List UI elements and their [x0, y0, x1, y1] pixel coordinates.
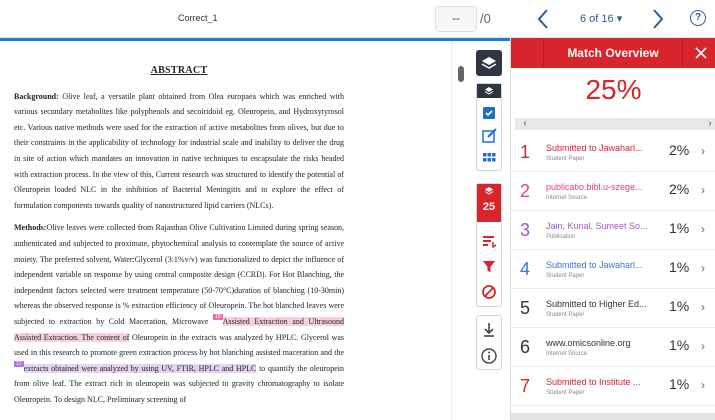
- chevron-left-icon[interactable]: ‹: [519, 118, 531, 130]
- match-source-type: Student Paper: [546, 390, 585, 396]
- match-item[interactable]: 7 Submitted to Institute ... Student Pap…: [511, 367, 715, 406]
- page-counter[interactable]: 6 of 16 ▾: [580, 12, 622, 25]
- match-marker[interactable]: 18: [213, 313, 223, 320]
- methods-text-1: Olive leaves were collected from Rajasth…: [14, 223, 344, 326]
- chevron-right-icon[interactable]: ›: [701, 183, 705, 197]
- chevron-right-icon[interactable]: ›: [701, 222, 705, 236]
- chevron-right-icon[interactable]: ›: [701, 300, 705, 314]
- chevron-left-icon: [537, 9, 548, 29]
- submission-title: Correct_1: [178, 13, 218, 23]
- match-percentage: 2%: [669, 181, 690, 197]
- match-number: 2: [520, 181, 531, 201]
- match-source[interactable]: www.omicsonline.org: [546, 338, 658, 348]
- layers-icon: [484, 87, 494, 95]
- match-number: 5: [520, 298, 531, 318]
- checkmark-comment-icon[interactable]: [477, 101, 501, 125]
- document-scrollbar[interactable]: [458, 66, 464, 82]
- utility-tools-group: [476, 315, 502, 370]
- match-number: 6: [520, 337, 531, 357]
- match-percentage: 1%: [669, 376, 690, 392]
- overall-similarity-score: 25%: [585, 74, 642, 105]
- match-source[interactable]: Submitted to Jawaharl...: [546, 260, 658, 270]
- layers-icon: [484, 187, 494, 195]
- chevron-right-icon[interactable]: ›: [704, 118, 715, 130]
- match-percentage: 1%: [669, 220, 690, 236]
- match-item[interactable]: 5 Submitted to Higher Ed... Student Pape…: [511, 289, 715, 328]
- match-percentage: 1%: [669, 298, 690, 314]
- chevron-right-icon[interactable]: ›: [701, 339, 705, 353]
- chevron-right-icon: [653, 9, 664, 29]
- match-overview-button[interactable]: 25: [477, 184, 501, 222]
- match-item[interactable]: 6 www.omicsonline.org Internet Source 1%…: [511, 328, 715, 367]
- rubric-grid-icon[interactable]: [477, 146, 501, 170]
- help-icon[interactable]: ?: [690, 10, 706, 26]
- match-source-type: Internet Source: [546, 195, 588, 201]
- methods-lead: Methods:: [14, 223, 47, 233]
- panel-header: Match Overview: [511, 38, 715, 68]
- match-percentage: 1%: [669, 337, 690, 353]
- match-source[interactable]: Submitted to Jawaharl...: [546, 143, 658, 153]
- panel-title: Match Overview: [543, 38, 683, 68]
- info-icon[interactable]: [477, 344, 501, 368]
- match-source-type: Student Paper: [546, 273, 585, 279]
- chevron-right-icon[interactable]: ›: [701, 144, 705, 158]
- match-number: 7: [520, 376, 531, 396]
- exclude-source-icon[interactable]: [477, 280, 501, 304]
- match-source-type: Publication: [546, 234, 576, 240]
- match-source[interactable]: publicatio.bibl.u-szege...: [546, 182, 658, 192]
- methods-paragraph: Methods:Olive leaves were collected from…: [14, 220, 344, 407]
- match-source-type: Student Paper: [546, 312, 585, 318]
- background-text: Olive leaf, a versatile plant obtained f…: [14, 91, 344, 210]
- match-number: 4: [520, 259, 531, 279]
- close-icon[interactable]: [694, 46, 708, 60]
- match-list: 1 Submitted to Jawaharl... Student Paper…: [511, 133, 715, 406]
- match-highlight-purple[interactable]: extracts obtained were analyzed by using…: [23, 363, 257, 373]
- match-count: 25: [482, 201, 496, 213]
- match-item[interactable]: 2 publicatio.bibl.u-szege... Internet So…: [511, 172, 715, 211]
- panel-horizontal-scroll[interactable]: ‹ ›: [515, 118, 715, 130]
- all-sources-icon[interactable]: [477, 229, 501, 253]
- document-viewer[interactable]: ABSTRACT Background: Olive leaf, a versa…: [0, 41, 452, 420]
- match-source[interactable]: Submitted to Higher Ed...: [546, 299, 658, 309]
- previous-page-button[interactable]: [533, 6, 553, 32]
- layers-button[interactable]: [476, 50, 502, 76]
- grading-layer-tab[interactable]: [477, 84, 501, 98]
- match-item[interactable]: 1 Submitted to Jawaharl... Student Paper…: [511, 133, 715, 172]
- abstract-heading: ABSTRACT: [150, 65, 208, 76]
- match-percentage: 2%: [669, 142, 690, 158]
- match-source-type: Student Paper: [546, 156, 585, 162]
- background-lead: Background:: [14, 91, 59, 101]
- layers-icon: [481, 57, 497, 69]
- match-number: 3: [520, 220, 531, 240]
- filter-icon[interactable]: [477, 254, 501, 278]
- chevron-right-icon[interactable]: ›: [701, 261, 705, 275]
- match-overview-panel: Match Overview 25% ‹ › 1 Submitted to Ja…: [510, 38, 715, 420]
- match-percentage: 1%: [669, 259, 690, 275]
- match-number: 1: [520, 142, 531, 162]
- panel-bottom-scrollbar[interactable]: [511, 413, 715, 420]
- top-bar: Correct_1 -- /0 6 of 16 ▾ ?: [0, 0, 715, 38]
- match-item[interactable]: 3 Jain, Kunal, Sumeet So... Publication …: [511, 211, 715, 250]
- match-marker[interactable]: 17: [14, 360, 24, 367]
- score-input[interactable]: --: [435, 6, 477, 32]
- chevron-right-icon[interactable]: ›: [701, 378, 705, 392]
- edit-comment-icon[interactable]: [477, 124, 501, 148]
- grading-tools-group: [476, 83, 502, 171]
- match-source[interactable]: Jain, Kunal, Sumeet So...: [546, 221, 658, 231]
- background-paragraph: Background: Olive leaf, a versatile plan…: [14, 89, 344, 214]
- match-source[interactable]: Submitted to Institute ...: [546, 377, 658, 387]
- next-page-button[interactable]: [648, 6, 668, 32]
- match-item[interactable]: 4 Submitted to Jawaharl... Student Paper…: [511, 250, 715, 289]
- match-source-type: Internet Source: [546, 351, 588, 357]
- document-page: ABSTRACT Background: Olive leaf, a versa…: [14, 63, 344, 414]
- score-max: /0: [480, 11, 491, 26]
- download-icon[interactable]: [477, 318, 501, 342]
- similarity-tools-group: 25: [476, 183, 502, 307]
